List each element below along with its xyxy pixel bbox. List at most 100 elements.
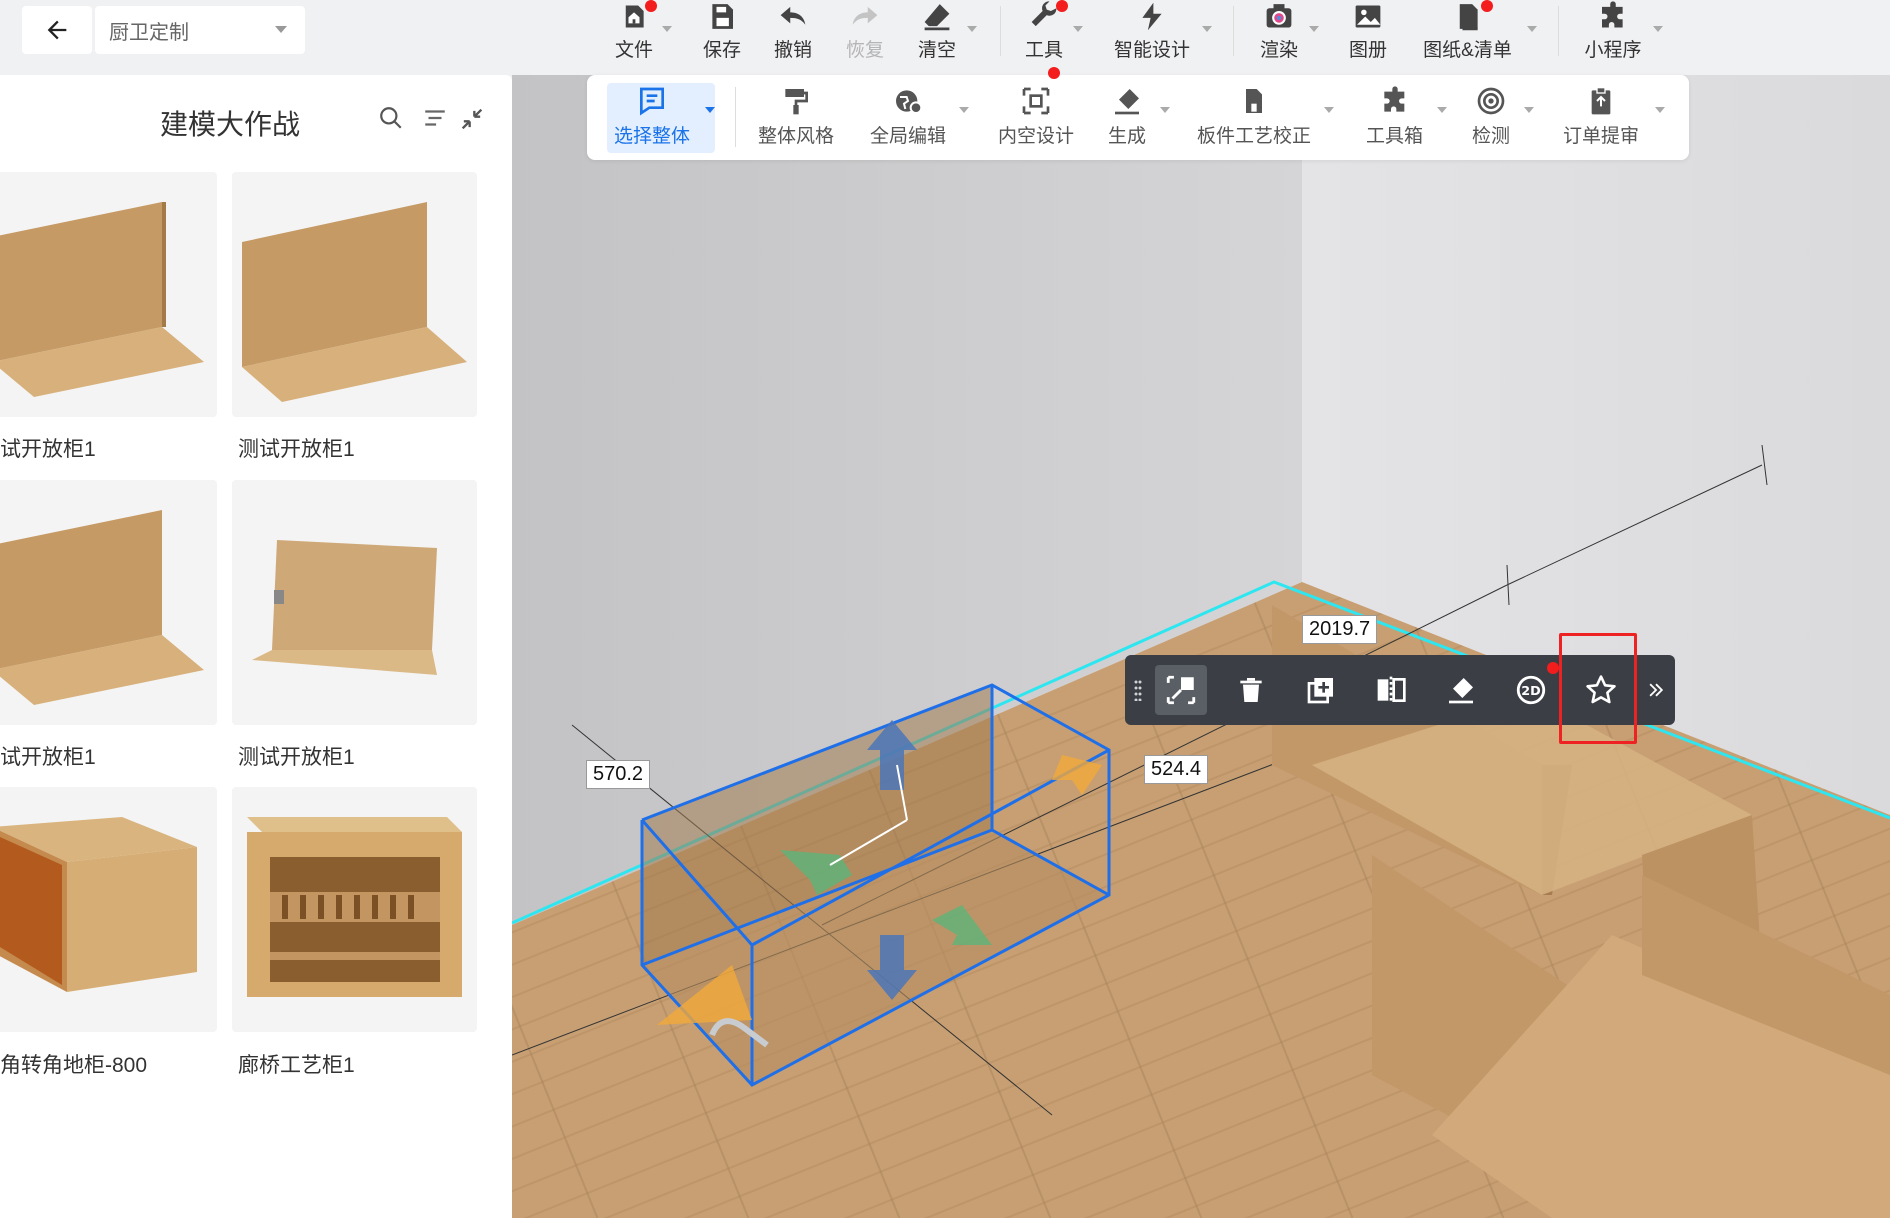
undo-button[interactable]: 撤销 bbox=[771, 0, 815, 62]
paint-roller-icon bbox=[785, 89, 808, 115]
model-card-name: 廊桥工艺柜1 bbox=[238, 1054, 355, 1077]
chevron-down-icon[interactable] bbox=[1202, 26, 1212, 32]
panel-title: 建模大作战 bbox=[160, 109, 301, 140]
order-submit-icon bbox=[1591, 87, 1611, 115]
chevron-down-icon[interactable] bbox=[1527, 26, 1537, 32]
chevron-down-icon[interactable] bbox=[967, 26, 977, 32]
detect-button[interactable]: 检测 bbox=[1472, 85, 1510, 148]
chevron-down-icon[interactable] bbox=[1309, 26, 1319, 32]
dimension-label-depth[interactable]: 524.4 bbox=[1144, 755, 1209, 784]
smart-design-button[interactable]: 智能设计 bbox=[1112, 0, 1192, 62]
dimension-label-length[interactable]: 2019.7 bbox=[1302, 615, 1378, 644]
search-icon[interactable] bbox=[378, 105, 404, 136]
chevron-down-icon[interactable] bbox=[1437, 107, 1447, 113]
model-card-name: 测试开放柜1 bbox=[238, 746, 355, 769]
back-button[interactable] bbox=[22, 6, 92, 54]
collapse-icon[interactable] bbox=[458, 105, 486, 138]
redo-button[interactable]: 恢复 bbox=[843, 0, 887, 62]
star-icon bbox=[1586, 675, 1616, 704]
inner-space-design-button[interactable]: 内空设计 bbox=[998, 85, 1074, 148]
duplicate-icon bbox=[1307, 678, 1333, 704]
model-card-name: 试开放柜1 bbox=[0, 438, 96, 461]
overall-style-button[interactable]: 整体风格 bbox=[758, 85, 834, 148]
open-cabinet-thumbnail bbox=[252, 540, 437, 675]
model-card[interactable] bbox=[0, 787, 217, 1032]
global-edit-button[interactable]: 全局编辑 bbox=[870, 85, 946, 148]
document-icon bbox=[1459, 4, 1478, 31]
more-button[interactable] bbox=[1641, 665, 1671, 715]
inner-space-icon bbox=[1022, 87, 1050, 115]
select-icon bbox=[640, 87, 664, 116]
chevron-down-icon[interactable] bbox=[662, 26, 672, 32]
drag-handle-icon[interactable] bbox=[1133, 679, 1143, 706]
notification-dot bbox=[1547, 662, 1559, 674]
divider bbox=[1233, 6, 1234, 56]
split-icon bbox=[1377, 676, 1406, 704]
save-button[interactable]: 保存 bbox=[700, 0, 744, 62]
eraser-icon bbox=[924, 4, 950, 31]
model-card[interactable] bbox=[0, 172, 217, 417]
view-2d-icon: 2D bbox=[1516, 675, 1546, 705]
detect-icon bbox=[1477, 87, 1505, 115]
divider bbox=[1558, 6, 1559, 56]
undo-icon bbox=[780, 6, 806, 25]
model-card-name: 试开放柜1 bbox=[0, 746, 96, 769]
model-library-panel: 建模大作战 试开放柜1 测试开放柜1 试开放柜1 测试开放柜1 角转角地柜-80… bbox=[0, 75, 512, 1218]
open-cabinet-thumbnail bbox=[242, 202, 467, 402]
image-icon bbox=[1355, 5, 1381, 28]
3d-viewport[interactable]: 570.2 524.4 2019.7 bbox=[512, 75, 1890, 1218]
chevron-down-icon[interactable] bbox=[1524, 107, 1534, 113]
album-button[interactable]: 图册 bbox=[1346, 0, 1390, 62]
chevron-down-icon[interactable] bbox=[1324, 107, 1334, 113]
top-toolbar: 厨卫定制 文件 保存 撤销 恢复 清空 工具 智能设计 渲染 图册 图纸&清单 … bbox=[0, 0, 1890, 75]
delete-button[interactable] bbox=[1225, 665, 1277, 715]
order-submit-button[interactable]: 订单提审 bbox=[1563, 85, 1639, 148]
model-card-name: 角转角地柜-800 bbox=[0, 1054, 148, 1077]
process-tool-button[interactable] bbox=[1435, 665, 1487, 715]
bridge-cabinet-thumbnail bbox=[247, 817, 462, 997]
mini-program-button[interactable]: 小程序 bbox=[1583, 0, 1643, 62]
model-card[interactable] bbox=[232, 172, 477, 417]
chevron-down-icon[interactable] bbox=[1653, 26, 1663, 32]
fit-selection-button[interactable] bbox=[1155, 665, 1207, 715]
mode-select[interactable]: 厨卫定制 bbox=[95, 6, 305, 54]
filter-icon[interactable] bbox=[422, 105, 448, 136]
svg-text:2D: 2D bbox=[1521, 684, 1540, 699]
toolbox-button[interactable]: 工具箱 bbox=[1366, 85, 1423, 148]
chevron-down-icon[interactable] bbox=[959, 107, 969, 113]
toolbox-icon bbox=[1383, 86, 1404, 112]
generate-icon bbox=[1115, 89, 1139, 115]
board-process-icon bbox=[1246, 89, 1262, 113]
globe-edit-icon bbox=[896, 90, 923, 114]
arrow-left-icon bbox=[47, 20, 67, 40]
duplicate-button[interactable] bbox=[1295, 665, 1347, 715]
chevron-down-icon[interactable] bbox=[705, 107, 715, 113]
model-card[interactable] bbox=[232, 787, 477, 1032]
board-process-button[interactable]: 板件工艺校正 bbox=[1197, 85, 1311, 148]
drawings-list-button[interactable]: 图纸&清单 bbox=[1420, 0, 1515, 62]
split-button[interactable] bbox=[1365, 665, 1417, 715]
puzzle-icon bbox=[1602, 1, 1623, 28]
clear-button[interactable]: 清空 bbox=[915, 0, 959, 62]
chevron-down-icon[interactable] bbox=[1073, 26, 1083, 32]
select-whole-button[interactable]: 选择整体 bbox=[614, 85, 690, 148]
divider bbox=[1000, 6, 1001, 56]
model-card[interactable] bbox=[0, 480, 217, 725]
chevron-down-icon[interactable] bbox=[1160, 107, 1170, 113]
corner-cabinet-thumbnail bbox=[0, 817, 197, 992]
chevron-down-icon[interactable] bbox=[1655, 107, 1665, 113]
lightning-icon bbox=[1142, 2, 1162, 31]
mode-select-value: 厨卫定制 bbox=[109, 21, 189, 44]
generate-button[interactable]: 生成 bbox=[1108, 85, 1146, 148]
model-card[interactable] bbox=[232, 480, 477, 725]
hammer-icon bbox=[1449, 678, 1473, 704]
chevron-down-icon bbox=[275, 26, 287, 33]
object-action-bar: 2D bbox=[1125, 655, 1675, 725]
notification-dot bbox=[1048, 67, 1060, 79]
favorite-button[interactable] bbox=[1575, 665, 1627, 715]
dimension-label-width[interactable]: 570.2 bbox=[586, 760, 651, 789]
fit-selection-icon bbox=[1166, 675, 1196, 705]
3d-scene[interactable] bbox=[512, 75, 1890, 1218]
open-cabinet-thumbnail bbox=[0, 510, 204, 705]
render-button[interactable]: 渲染 bbox=[1257, 0, 1301, 62]
